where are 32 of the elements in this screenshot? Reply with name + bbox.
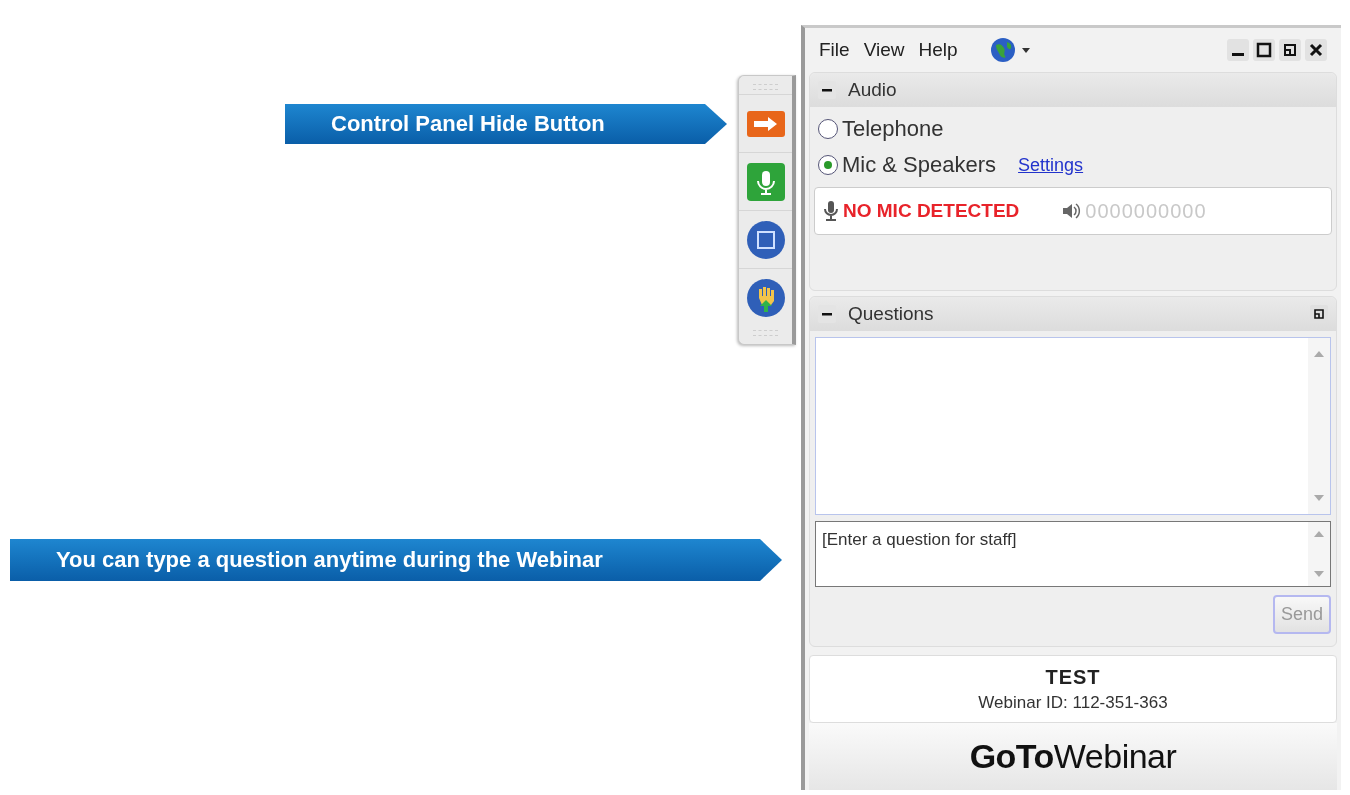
radio-button[interactable]: [818, 119, 838, 139]
globe-icon[interactable]: [989, 37, 1032, 63]
microphone-icon: [746, 162, 785, 201]
menu-item[interactable]: File: [819, 39, 850, 61]
raised-hand-icon: [745, 277, 786, 318]
toolbar-button[interactable]: [746, 110, 785, 137]
webinar-id: Webinar ID: 112-351-363: [978, 692, 1168, 713]
minimize-icon[interactable]: [1227, 39, 1249, 61]
menu-item[interactable]: Help: [918, 39, 958, 61]
screen-icon: [745, 219, 786, 260]
webinar-title: TEST: [1045, 665, 1101, 689]
mic-status: NO MIC DETECTED: [843, 200, 1020, 222]
callout-banner: You can type a question anytime during the Webinar: [10, 539, 782, 581]
radio-button[interactable]: [818, 155, 838, 175]
section-title: Questions: [848, 303, 935, 325]
toolbar-button[interactable]: [745, 219, 786, 260]
radio-option[interactable]: Telephone: [810, 111, 952, 147]
radio-option[interactable]: Mic & Speakers: [810, 147, 1005, 183]
question-input-field[interactable]: [Enter a question for staff]: [816, 530, 1308, 550]
pop-out-icon[interactable]: [1279, 39, 1301, 61]
question-field[interactable]: [Enter a question for staff]: [815, 521, 1331, 587]
toolbar-button[interactable]: [745, 277, 786, 318]
section-title: Audio: [848, 79, 898, 101]
close-icon[interactable]: [1305, 39, 1327, 61]
toolbar-button[interactable]: [746, 162, 785, 201]
speaker-icon: [1061, 201, 1082, 221]
callout-banner: Control Panel Hide Button: [285, 104, 727, 144]
maximize-icon[interactable]: [1253, 39, 1275, 61]
logo: GoToWebinar: [969, 737, 1177, 776]
settings-link[interactable]: Settings: [1018, 154, 1084, 176]
menu-item[interactable]: View: [863, 39, 905, 61]
microphone-icon: [823, 200, 839, 222]
